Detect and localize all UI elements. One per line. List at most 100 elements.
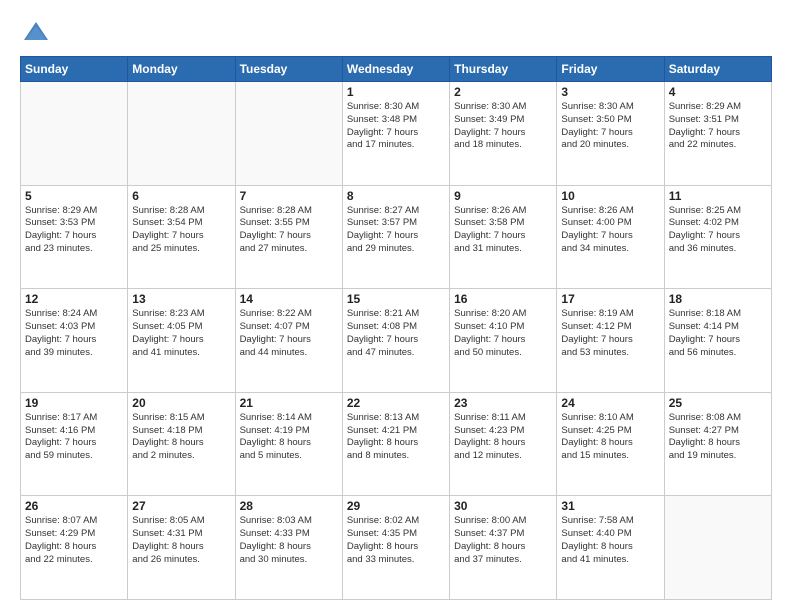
day-header-sunday: Sunday [21, 57, 128, 82]
day-info: Sunrise: 8:29 AM Sunset: 3:51 PM Dayligh… [669, 101, 767, 152]
day-number: 4 [669, 85, 767, 99]
calendar-cell: 7Sunrise: 8:28 AM Sunset: 3:55 PM Daylig… [235, 185, 342, 289]
calendar-cell: 15 Sunrise: 8:21 AM Sunset: 4:08 PM Dayli… [342, 289, 449, 393]
day-number: 28 [240, 499, 338, 513]
calendar-cell: 2 Sunrise: 8:30 AM Sunset: 3:49 PM Daylig… [450, 82, 557, 186]
day-header-wednesday: Wednesday [342, 57, 449, 82]
day-number: 20 [132, 396, 230, 410]
day-info: Sunrise: 8:07 AM Sunset: 4:29 PM Dayligh… [25, 515, 123, 566]
day-number: 31 [561, 499, 659, 513]
day-header-friday: Friday [557, 57, 664, 82]
day-number: 30 [454, 499, 552, 513]
calendar-cell: 4 Sunrise: 8:29 AM Sunset: 3:51 PM Daylig… [664, 82, 771, 186]
calendar-cell: 18 Sunrise: 8:18 AM Sunset: 4:14 PM Dayli… [664, 289, 771, 393]
day-info: Sunrise: 8:02 AM Sunset: 4:35 PM Dayligh… [347, 515, 445, 566]
day-number: 16 [454, 292, 552, 306]
day-info: Sunrise: 8:05 AM Sunset: 4:31 PM Dayligh… [132, 515, 230, 566]
calendar-cell: 21 Sunrise: 8:14 AM Sunset: 4:19 PM Dayli… [235, 392, 342, 496]
calendar-cell: 16 Sunrise: 8:20 AM Sunset: 4:10 PM Dayli… [450, 289, 557, 393]
day-info: Sunrise: 8:18 AM Sunset: 4:14 PM Dayligh… [669, 308, 767, 359]
week-row-1: 1 Sunrise: 8:30 AM Sunset: 3:48 PM Daylig… [21, 82, 772, 186]
day-info: Sunrise: 8:21 AM Sunset: 4:08 PM Dayligh… [347, 308, 445, 359]
calendar-cell: 8 Sunrise: 8:27 AM Sunset: 3:57 PM Daylig… [342, 185, 449, 289]
day-info: Sunrise: 8:19 AM Sunset: 4:12 PM Dayligh… [561, 308, 659, 359]
day-header-monday: Monday [128, 57, 235, 82]
calendar-cell: 29 Sunrise: 8:02 AM Sunset: 4:35 PM Dayli… [342, 496, 449, 600]
calendar-cell [235, 82, 342, 186]
day-number: 14 [240, 292, 338, 306]
calendar-cell: 24 Sunrise: 8:10 AM Sunset: 4:25 PM Dayli… [557, 392, 664, 496]
day-info: Sunrise: 8:08 AM Sunset: 4:27 PM Dayligh… [669, 412, 767, 463]
day-info: Sunrise: 8:20 AM Sunset: 4:10 PM Dayligh… [454, 308, 552, 359]
day-info: Sunrise: 8:03 AM Sunset: 4:33 PM Dayligh… [240, 515, 338, 566]
day-number: 24 [561, 396, 659, 410]
calendar-cell [664, 496, 771, 600]
day-info: Sunrise: 8:00 AM Sunset: 4:37 PM Dayligh… [454, 515, 552, 566]
day-number: 10 [561, 189, 659, 203]
day-info: Sunrise: 8:10 AM Sunset: 4:25 PM Dayligh… [561, 412, 659, 463]
calendar-cell: 14 Sunrise: 8:22 AM Sunset: 4:07 PM Dayli… [235, 289, 342, 393]
calendar-cell: 9 Sunrise: 8:26 AM Sunset: 3:58 PM Daylig… [450, 185, 557, 289]
day-number: 12 [25, 292, 123, 306]
day-info: Sunrise: 8:26 AM Sunset: 3:58 PM Dayligh… [454, 205, 552, 256]
day-number: 2 [454, 85, 552, 99]
calendar-cell: 28 Sunrise: 8:03 AM Sunset: 4:33 PM Dayli… [235, 496, 342, 600]
day-number: 15 [347, 292, 445, 306]
day-number: 1 [347, 85, 445, 99]
calendar-table: SundayMondayTuesdayWednesdayThursdayFrid… [20, 56, 772, 600]
calendar-cell: 10Sunrise: 8:26 AM Sunset: 4:00 PM Dayli… [557, 185, 664, 289]
day-header-thursday: Thursday [450, 57, 557, 82]
day-info: Sunrise: 8:24 AM Sunset: 4:03 PM Dayligh… [25, 308, 123, 359]
calendar-cell [21, 82, 128, 186]
calendar-cell: 3Sunrise: 8:30 AM Sunset: 3:50 PM Daylig… [557, 82, 664, 186]
week-row-5: 26 Sunrise: 8:07 AM Sunset: 4:29 PM Dayli… [21, 496, 772, 600]
logo [20, 18, 50, 46]
day-info: Sunrise: 8:29 AM Sunset: 3:53 PM Dayligh… [25, 205, 123, 256]
day-info: Sunrise: 8:30 AM Sunset: 3:49 PM Dayligh… [454, 101, 552, 152]
day-info: Sunrise: 8:28 AM Sunset: 3:54 PM Dayligh… [132, 205, 230, 256]
day-number: 8 [347, 189, 445, 203]
day-number: 18 [669, 292, 767, 306]
calendar-cell [128, 82, 235, 186]
calendar-cell: 26 Sunrise: 8:07 AM Sunset: 4:29 PM Dayli… [21, 496, 128, 600]
day-number: 7 [240, 189, 338, 203]
day-number: 23 [454, 396, 552, 410]
day-info: Sunrise: 8:17 AM Sunset: 4:16 PM Dayligh… [25, 412, 123, 463]
logo-icon [22, 18, 50, 46]
day-number: 11 [669, 189, 767, 203]
header [20, 18, 772, 46]
calendar-cell: 17Sunrise: 8:19 AM Sunset: 4:12 PM Dayli… [557, 289, 664, 393]
day-info: Sunrise: 8:14 AM Sunset: 4:19 PM Dayligh… [240, 412, 338, 463]
day-info: Sunrise: 8:30 AM Sunset: 3:48 PM Dayligh… [347, 101, 445, 152]
calendar-cell: 30 Sunrise: 8:00 AM Sunset: 4:37 PM Dayli… [450, 496, 557, 600]
calendar-cell: 11 Sunrise: 8:25 AM Sunset: 4:02 PM Dayli… [664, 185, 771, 289]
day-number: 9 [454, 189, 552, 203]
calendar-cell: 13Sunrise: 8:23 AM Sunset: 4:05 PM Dayli… [128, 289, 235, 393]
calendar-cell: 23 Sunrise: 8:11 AM Sunset: 4:23 PM Dayli… [450, 392, 557, 496]
calendar-cell: 22 Sunrise: 8:13 AM Sunset: 4:21 PM Dayli… [342, 392, 449, 496]
day-number: 29 [347, 499, 445, 513]
day-info: Sunrise: 8:15 AM Sunset: 4:18 PM Dayligh… [132, 412, 230, 463]
calendar-cell: 6Sunrise: 8:28 AM Sunset: 3:54 PM Daylig… [128, 185, 235, 289]
day-number: 22 [347, 396, 445, 410]
day-info: Sunrise: 7:58 AM Sunset: 4:40 PM Dayligh… [561, 515, 659, 566]
day-info: Sunrise: 8:11 AM Sunset: 4:23 PM Dayligh… [454, 412, 552, 463]
day-info: Sunrise: 8:27 AM Sunset: 3:57 PM Dayligh… [347, 205, 445, 256]
week-row-4: 19 Sunrise: 8:17 AM Sunset: 4:16 PM Dayli… [21, 392, 772, 496]
day-info: Sunrise: 8:25 AM Sunset: 4:02 PM Dayligh… [669, 205, 767, 256]
day-info: Sunrise: 8:22 AM Sunset: 4:07 PM Dayligh… [240, 308, 338, 359]
calendar-cell: 1 Sunrise: 8:30 AM Sunset: 3:48 PM Daylig… [342, 82, 449, 186]
calendar-cell: 31 Sunrise: 7:58 AM Sunset: 4:40 PM Dayli… [557, 496, 664, 600]
day-header-row: SundayMondayTuesdayWednesdayThursdayFrid… [21, 57, 772, 82]
day-number: 26 [25, 499, 123, 513]
day-info: Sunrise: 8:13 AM Sunset: 4:21 PM Dayligh… [347, 412, 445, 463]
day-number: 3 [561, 85, 659, 99]
day-number: 21 [240, 396, 338, 410]
calendar-cell: 27Sunrise: 8:05 AM Sunset: 4:31 PM Dayli… [128, 496, 235, 600]
calendar-cell: 20 Sunrise: 8:15 AM Sunset: 4:18 PM Dayli… [128, 392, 235, 496]
day-number: 19 [25, 396, 123, 410]
week-row-2: 5Sunrise: 8:29 AM Sunset: 3:53 PM Daylig… [21, 185, 772, 289]
day-number: 13 [132, 292, 230, 306]
day-header-saturday: Saturday [664, 57, 771, 82]
calendar-cell: 12 Sunrise: 8:24 AM Sunset: 4:03 PM Dayli… [21, 289, 128, 393]
